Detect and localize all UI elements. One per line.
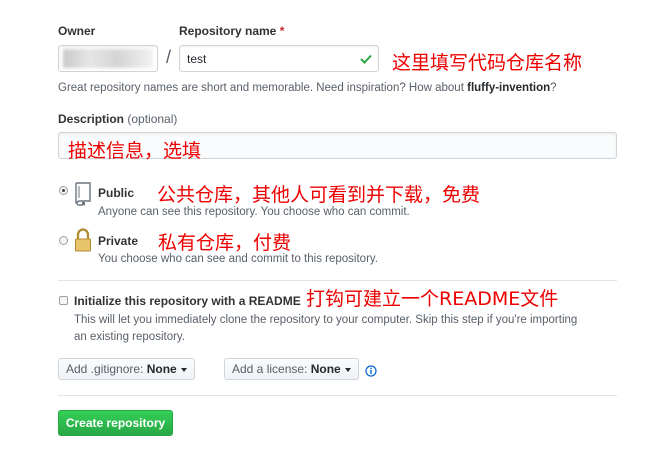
public-description: Anyone can see this repository. You choo…: [98, 206, 410, 218]
check-icon: [360, 54, 372, 64]
name-suggestion: fluffy-invention: [467, 82, 551, 94]
divider: [58, 395, 617, 396]
create-repository-button[interactable]: Create repository: [58, 410, 173, 436]
readme-label[interactable]: Initialize this repository with a README: [74, 294, 301, 308]
repo-name-value: test: [187, 52, 207, 66]
owner-repo-separator: /: [166, 47, 172, 67]
readme-annotation: 打钩可建立一个README文件: [306, 288, 559, 310]
readme-description-line1: This will let you immediately clone the …: [74, 314, 578, 326]
owner-label: Owner: [58, 24, 96, 38]
gitignore-select[interactable]: Add .gitignore: None: [58, 358, 195, 380]
owner-select[interactable]: [58, 45, 158, 72]
license-select[interactable]: Add a license: None: [224, 358, 359, 380]
private-radio[interactable]: [59, 236, 68, 245]
public-label[interactable]: Public: [98, 186, 134, 200]
private-label[interactable]: Private: [98, 234, 138, 248]
info-icon[interactable]: [365, 365, 377, 377]
readme-checkbox[interactable]: [59, 296, 68, 305]
required-mark: *: [279, 24, 285, 38]
owner-avatar-blurred: [63, 49, 153, 68]
caret-down-icon: [344, 367, 351, 372]
repo-name-input[interactable]: test: [179, 45, 379, 72]
private-annotation: 私有仓库，付费: [158, 232, 292, 254]
repo-name-annotation: 这里填写代码仓库名称: [392, 52, 583, 74]
public-radio[interactable]: [59, 186, 68, 195]
public-annotation: 公共仓库，其他人可看到并下载，免费: [157, 184, 481, 206]
repo-name-label: Repository name *: [179, 24, 285, 38]
lock-icon: [75, 228, 91, 252]
repo-book-icon: [75, 182, 91, 206]
divider: [58, 280, 617, 281]
readme-description-line2: an existing repository.: [74, 331, 186, 343]
description-annotation: 描述信息，选填: [68, 140, 202, 162]
caret-down-icon: [180, 367, 187, 372]
repo-name-hint: Great repository names are short and mem…: [58, 82, 557, 94]
description-label: Description (optional): [58, 112, 178, 126]
